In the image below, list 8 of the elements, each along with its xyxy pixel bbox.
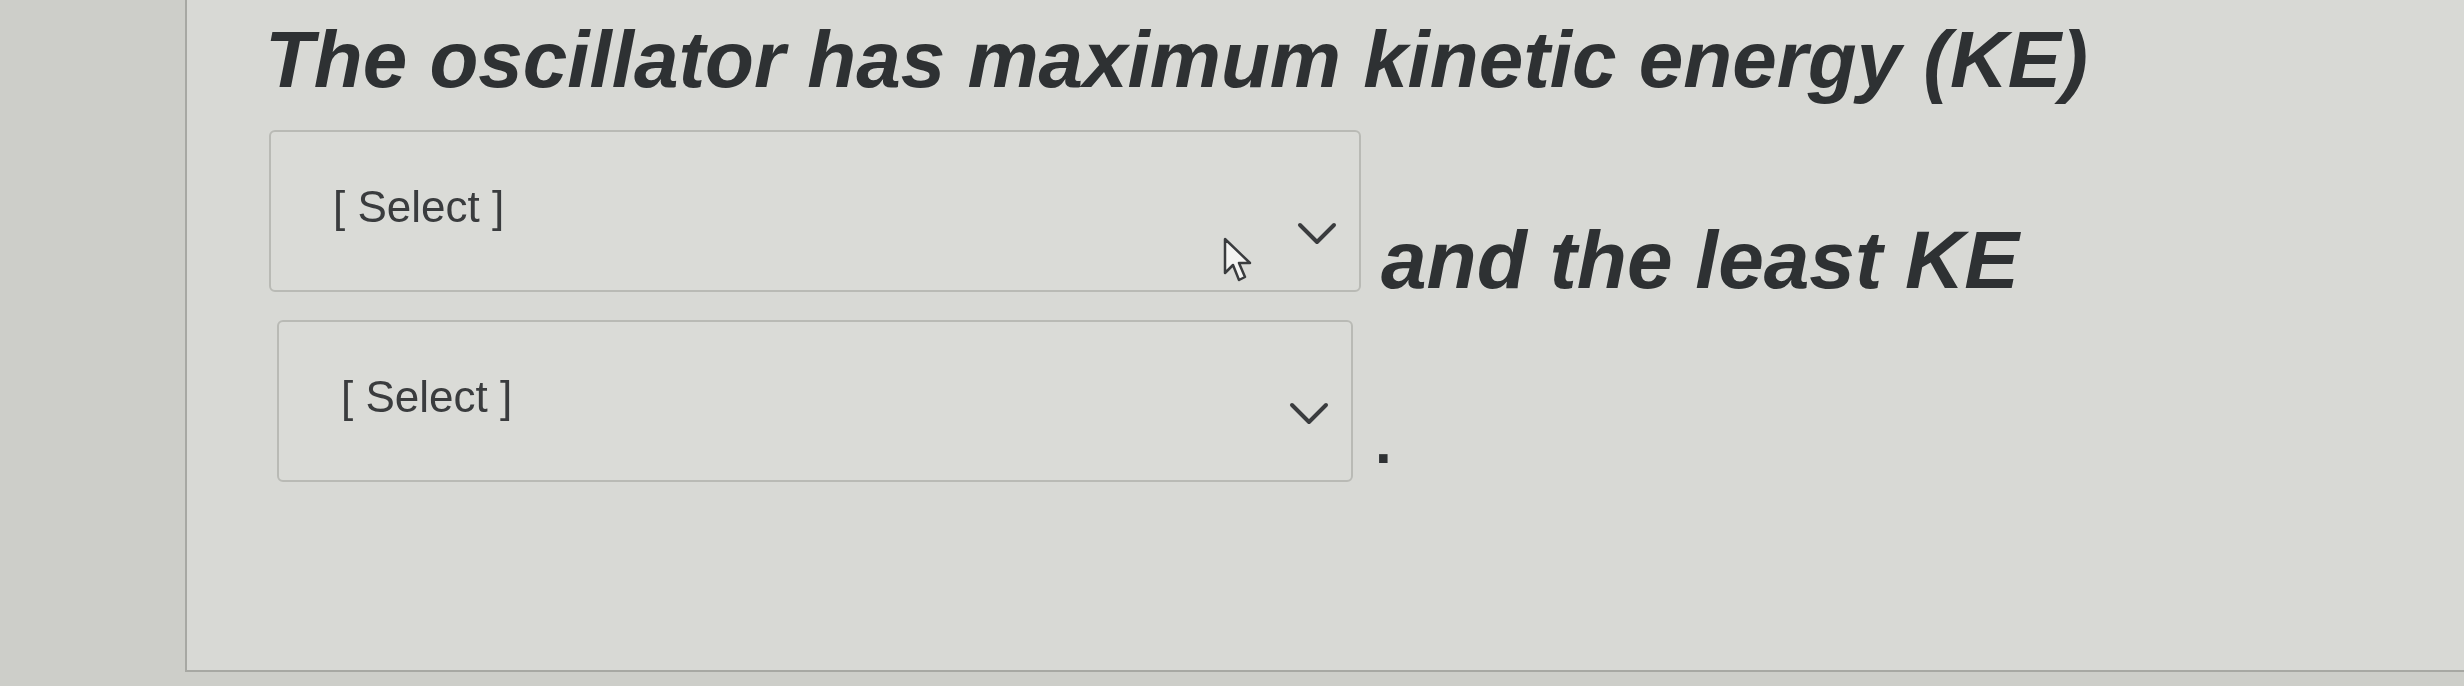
chevron-down-icon [1297,222,1337,246]
chevron-down-icon [1289,402,1329,426]
select-dropdown[interactable]: [ Select ] [269,130,1361,292]
question-text: and the least KE [1381,213,2019,307]
question-text: The oscillator has maximum kinetic energy (KE) [265,14,2088,106]
mouse-pointer-icon [1223,237,1253,283]
select-dropdown[interactable]: [ Select ] [277,320,1353,482]
period-text: . [1375,413,1392,473]
